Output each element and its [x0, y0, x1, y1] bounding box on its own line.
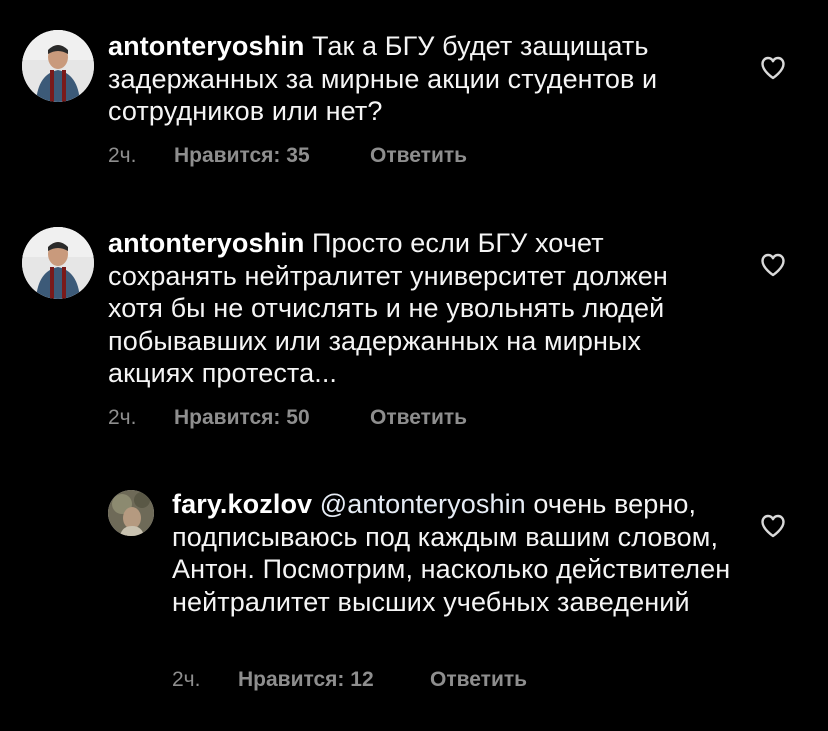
- timestamp: 2ч.: [172, 668, 201, 691]
- comment-3-reply: fary.kozlov @antonteryoshin очень верно,…: [0, 470, 828, 731]
- like-button[interactable]: [760, 56, 786, 80]
- heart-outline-icon: [761, 253, 785, 277]
- like-button[interactable]: [760, 253, 786, 277]
- comment-body: antonteryoshin Просто если БГУ хочет сох…: [108, 227, 720, 390]
- likes-count-button[interactable]: Нравится: 50: [174, 406, 370, 430]
- username-link[interactable]: fary.kozlov: [172, 489, 312, 519]
- profile-photo-icon: [22, 30, 94, 102]
- reply-button[interactable]: Ответить: [430, 668, 527, 692]
- comment-meta: 2ч. Нравится: 35 Ответить: [108, 144, 467, 168]
- profile-photo-icon: [108, 490, 154, 536]
- like-button[interactable]: [760, 514, 786, 538]
- username-link[interactable]: antonteryoshin: [108, 31, 304, 61]
- profile-photo-icon: [22, 227, 94, 299]
- comment-meta: 2ч. Нравится: 12 Ответить: [172, 668, 527, 692]
- mention-link[interactable]: @antonteryoshin: [320, 489, 526, 519]
- avatar[interactable]: [108, 490, 154, 536]
- comment-body: fary.kozlov @antonteryoshin очень верно,…: [172, 488, 732, 618]
- comment-meta: 2ч. Нравится: 50 Ответить: [108, 406, 467, 430]
- heart-outline-icon: [761, 56, 785, 80]
- likes-count-button[interactable]: Нравится: 35: [174, 144, 370, 168]
- likes-count-button[interactable]: Нравится: 12: [238, 668, 430, 692]
- comment-2: antonteryoshin Просто если БГУ хочет сох…: [0, 200, 828, 470]
- reply-button[interactable]: Ответить: [370, 406, 467, 430]
- heart-outline-icon: [761, 514, 785, 538]
- comment-body: antonteryoshin Так а БГУ будет защищать …: [108, 30, 718, 128]
- reply-button[interactable]: Ответить: [370, 144, 467, 168]
- timestamp: 2ч.: [108, 406, 137, 429]
- avatar[interactable]: [22, 30, 94, 102]
- comment-1: antonteryoshin Так а БГУ будет защищать …: [0, 0, 828, 200]
- username-link[interactable]: antonteryoshin: [108, 228, 304, 258]
- timestamp: 2ч.: [108, 144, 137, 167]
- avatar[interactable]: [22, 227, 94, 299]
